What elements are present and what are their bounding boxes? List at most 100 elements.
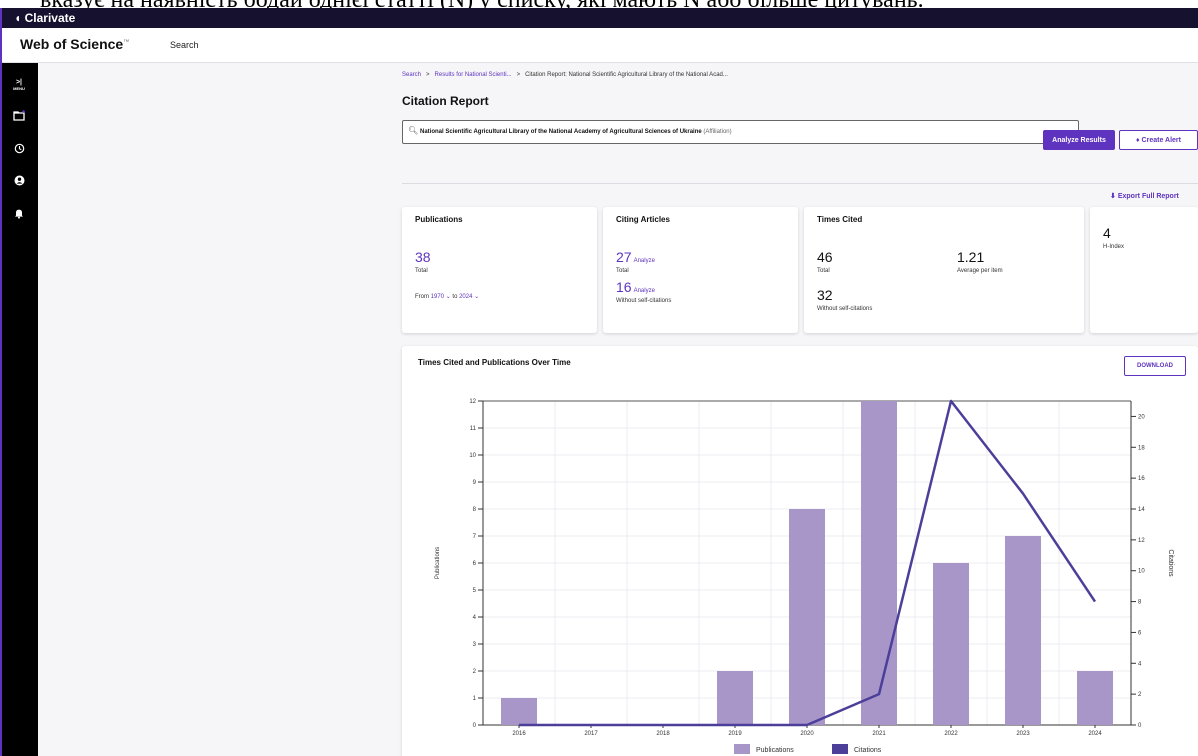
download-icon: ⬇ <box>1110 193 1116 200</box>
citing-without-label: Without self-citations <box>616 298 672 304</box>
query-field-tag: (Affiliation) <box>703 129 732 135</box>
times-cited-chart: 0123456789101112024681012141618202016 201… <box>435 399 1174 754</box>
breadcrumb: Search > Results for National Scienti... > C… <box>402 72 728 78</box>
bar-publications-2021 <box>861 401 897 725</box>
clarivate-logo[interactable]: ◖ Clarivate <box>14 11 75 25</box>
account-icon <box>14 175 24 186</box>
nav-search-link[interactable]: Search <box>170 40 199 50</box>
y-tick-label-right: 6 <box>1138 630 1142 636</box>
bar-publications-2022 <box>933 563 969 725</box>
y-axis-label-left: Publications <box>435 547 441 579</box>
x-tick-label: 2018 <box>656 731 670 737</box>
legend-label-citations: Citations <box>854 747 882 754</box>
y-tick-label-left: 1 <box>473 696 477 702</box>
x-tick-label: 2023 <box>1016 731 1030 737</box>
y-tick-label-right: 18 <box>1138 445 1145 451</box>
sidebar-item-alerts[interactable] <box>0 206 38 224</box>
analyze-results-button[interactable]: Analyze Results <box>1043 130 1115 150</box>
citing-analyze-link[interactable]: Analyze <box>634 258 655 264</box>
y-tick-label-right: 14 <box>1138 507 1145 513</box>
times-cited-without-self: 32 <box>817 287 833 303</box>
export-full-report-link[interactable]: ⬇ Export Full Report <box>1110 192 1179 200</box>
publications-title: Publications <box>415 215 463 224</box>
x-tick-label: 2022 <box>944 731 958 737</box>
y-tick-label-right: 8 <box>1138 600 1142 606</box>
menu-toggle[interactable]: >| MENU <box>0 79 38 92</box>
bar-publications-2020 <box>789 509 825 725</box>
y-tick-label-right: 10 <box>1138 569 1145 575</box>
citing-total-label: Total <box>616 268 629 274</box>
times-cited-without-label: Without self-citations <box>817 306 873 312</box>
x-tick-label: 2017 <box>584 731 598 737</box>
expand-icon: >| <box>15 79 23 86</box>
chevron-down-icon: ⌄ <box>445 294 451 300</box>
clarivate-bar: ◖ Clarivate <box>0 8 1198 28</box>
bar-publications-2024 <box>1077 671 1113 725</box>
browser-screenshot: ◖ Clarivate Web of Science™ Search >| ME… <box>0 8 1198 756</box>
to-year-select[interactable]: 2024 ⌄ <box>459 294 479 300</box>
main-content: Search > Results for National Scienti... > C… <box>38 63 1198 756</box>
query-field[interactable]: 🔍︎ National Scientific Agricultural Libr… <box>402 120 1079 144</box>
folder-icon <box>13 110 25 121</box>
h-index-label: H-Index <box>1103 244 1125 250</box>
y-tick-label-left: 6 <box>473 561 477 567</box>
bar-publications-2023 <box>1005 536 1041 725</box>
chart-card: Times Cited and Publications Over Time D… <box>402 346 1198 756</box>
breadcrumb-separator: > <box>516 72 521 78</box>
breadcrumb-search[interactable]: Search <box>402 72 421 78</box>
average-per-item-label: Average per item <box>957 268 1003 274</box>
legend-label-publications: Publications <box>756 747 794 754</box>
y-tick-label-right: 12 <box>1138 538 1145 544</box>
citing-total[interactable]: 27 Analyze <box>616 249 655 269</box>
y-tick-label-right: 4 <box>1138 661 1142 667</box>
citing-articles-card: Citing Articles 27 Analyze Total 16 Analyz… <box>603 207 798 333</box>
breadcrumb-results[interactable]: Results for National Scienti... <box>435 72 512 78</box>
page-title: Citation Report <box>402 94 489 108</box>
sidebar-item-folders[interactable] <box>0 108 38 126</box>
y-axis-label-right: Citations <box>1167 549 1174 577</box>
y-tick-label-right: 0 <box>1138 723 1142 729</box>
create-alert-button[interactable]: ♦ Create Alert <box>1119 130 1198 150</box>
legend-swatch-citations <box>832 744 848 754</box>
to-label: to <box>452 294 458 300</box>
bar-publications-2016 <box>501 698 537 725</box>
y-tick-label-left: 9 <box>473 480 477 486</box>
from-year-select[interactable]: 1970 ⌄ <box>431 294 451 300</box>
x-tick-label: 2024 <box>1088 731 1102 737</box>
sidebar-item-history[interactable] <box>0 141 38 159</box>
x-tick-label: 2020 <box>800 731 814 737</box>
y-tick-label-left: 4 <box>473 615 477 621</box>
citing-without-self[interactable]: 16 Analyze <box>616 279 655 299</box>
bell-icon: ♦ <box>1136 136 1140 144</box>
y-tick-label-left: 7 <box>473 534 477 540</box>
breadcrumb-separator: > <box>426 72 430 78</box>
y-tick-label-left: 8 <box>473 507 477 513</box>
bar-publications-2019 <box>717 671 753 725</box>
publications-total[interactable]: 38 <box>415 249 431 265</box>
y-tick-label-left: 3 <box>473 642 477 648</box>
history-icon <box>14 143 24 154</box>
bell-icon <box>15 209 23 219</box>
y-tick-label-right: 2 <box>1138 692 1142 698</box>
menu-label: MENU <box>13 86 25 91</box>
y-tick-label-left: 2 <box>473 669 477 675</box>
wos-logo[interactable]: Web of Science™ <box>20 36 129 52</box>
citing-articles-title: Citing Articles <box>616 215 670 224</box>
sidebar: >| MENU <box>0 63 38 756</box>
breadcrumb-current: Citation Report: National Scientific Agr… <box>525 72 728 78</box>
times-cited-total: 46 <box>817 249 833 265</box>
section-divider <box>402 183 1198 184</box>
legend-swatch-publications <box>734 744 750 754</box>
times-cited-title: Times Cited <box>817 215 863 224</box>
sidebar-item-account[interactable] <box>0 173 38 191</box>
publications-card: Publications 38 Total From 1970 ⌄ to 202… <box>402 207 597 333</box>
year-range: From 1970 ⌄ to 2024 ⌄ <box>415 293 479 300</box>
x-tick-label: 2021 <box>872 731 886 737</box>
y-tick-label-left: 5 <box>473 588 477 594</box>
times-cited-card: Times Cited 46 Total 1.21 Average per it… <box>804 207 1084 333</box>
citing-without-analyze-link[interactable]: Analyze <box>634 288 655 294</box>
chevron-down-icon: ⌄ <box>474 294 480 300</box>
x-tick-label: 2019 <box>728 731 742 737</box>
average-per-item: 1.21 <box>957 249 985 265</box>
publications-total-label: Total <box>415 268 428 274</box>
